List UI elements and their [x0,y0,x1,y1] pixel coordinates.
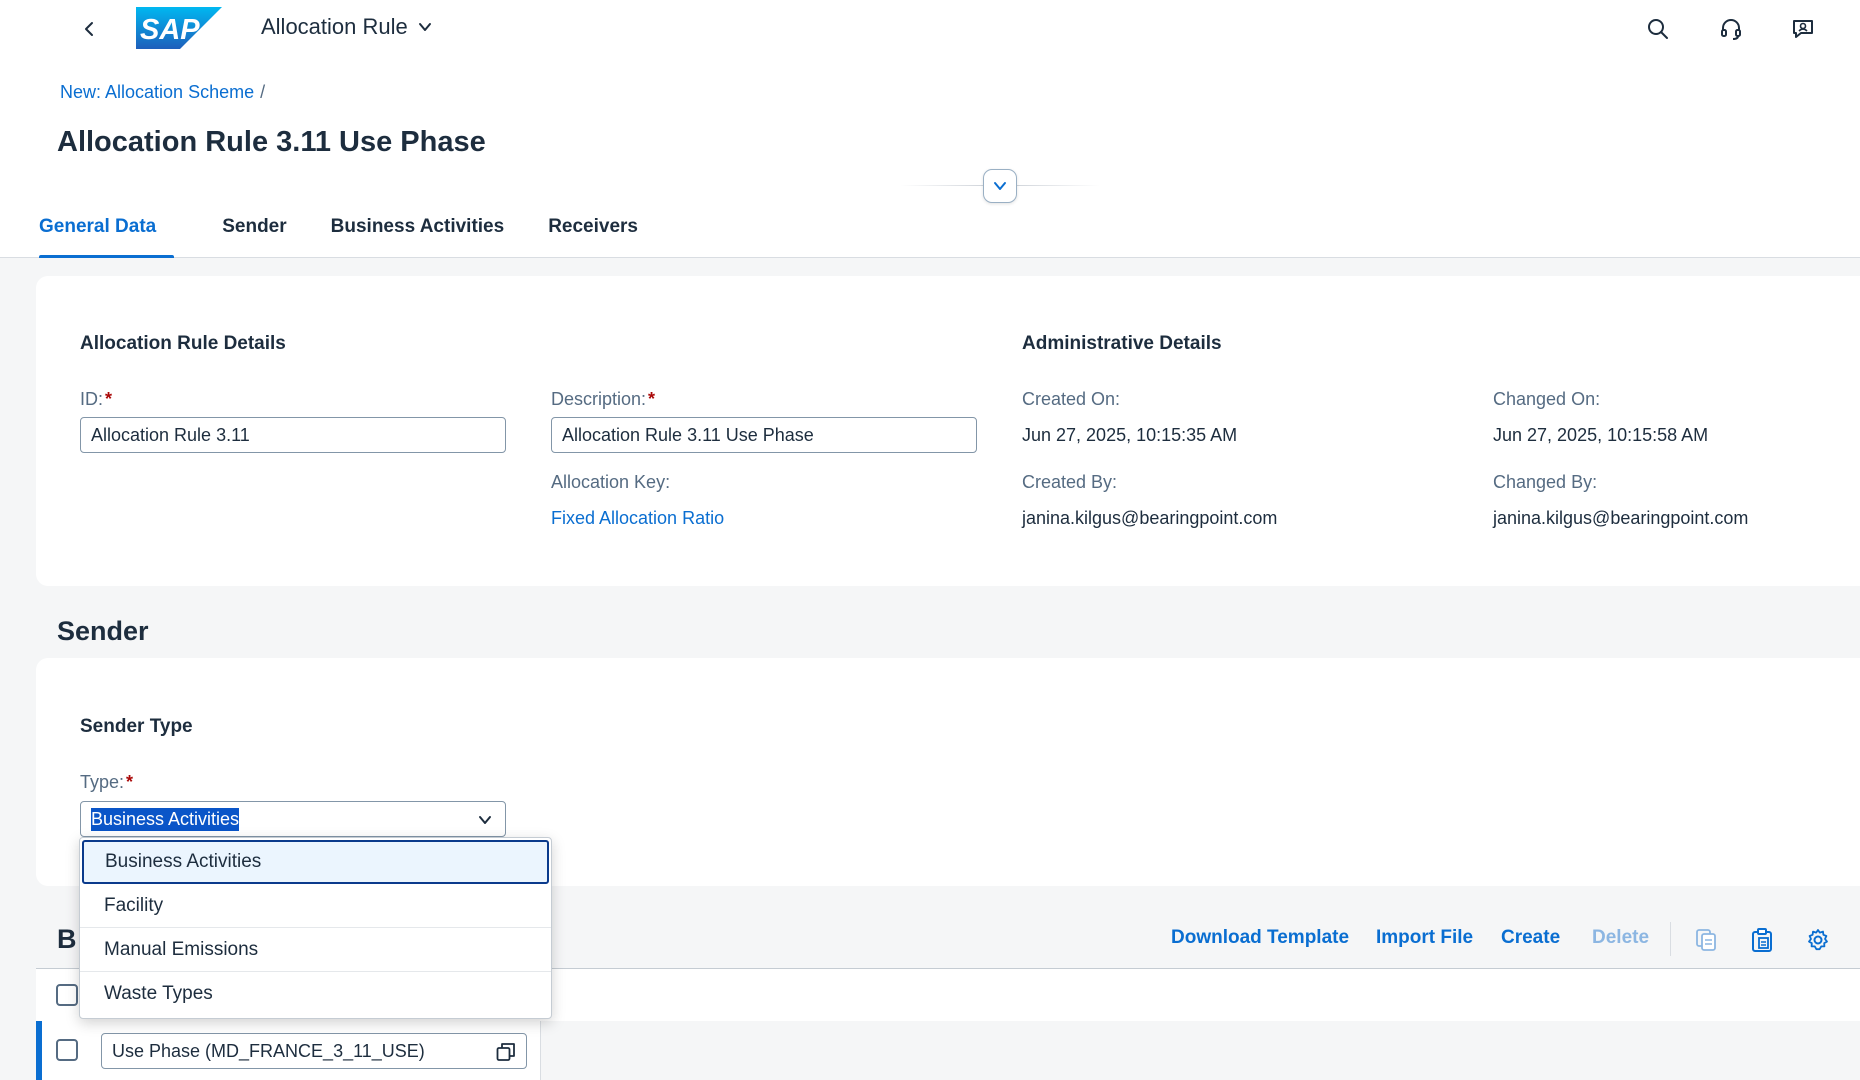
page-title: Allocation Rule 3.11 Use Phase [57,126,486,158]
activities-table-title: B [57,924,77,954]
value-help-icon[interactable] [496,1042,516,1062]
breadcrumb-separator: / [260,82,266,102]
notifications-icon[interactable] [1788,14,1818,44]
business-activity-value: Use Phase (MD_FRANCE_3_11_USE) [112,1040,425,1061]
toolbar-separator [1670,922,1671,956]
sender-type-title: Sender Type [80,716,193,737]
sender-section-title: Sender [57,616,149,646]
changed-by-label: Changed By: [1493,472,1598,492]
breadcrumb-link[interactable]: New: Allocation Scheme [60,82,254,102]
allocation-key-label: Allocation Key: [551,472,671,492]
description-label-text: Description: [551,389,647,409]
changed-on-value: Jun 27, 2025, 10:15:58 AM [1493,425,1709,445]
rule-details-title: Allocation Rule Details [80,333,286,354]
type-select[interactable]: Business Activities [80,801,506,837]
created-on-value: Jun 27, 2025, 10:15:35 AM [1022,425,1238,445]
chevron-down-icon [418,23,431,31]
download-template-button[interactable]: Download Template [1171,927,1349,949]
tab-receivers[interactable]: Receivers [526,200,660,258]
paste-icon[interactable] [1748,926,1776,954]
option-waste-types[interactable]: Waste Types [80,972,551,1016]
required-mark: * [648,389,656,409]
changed-by-value: janina.kilgus@bearingpoint.com [1493,508,1749,528]
import-file-button[interactable]: Import File [1376,927,1473,949]
tab-general-data[interactable]: General Data [0,200,178,258]
type-label-text: Type: [80,772,125,792]
tab-business-activities[interactable]: Business Activities [309,200,527,258]
sap-logo[interactable]: SAP [136,7,222,49]
required-mark: * [126,772,134,792]
sap-logo-text: SAP [140,14,200,46]
chevron-down-icon[interactable] [477,812,493,828]
description-input[interactable]: Allocation Rule 3.11 Use Phase [551,417,977,453]
settings-icon[interactable] [1804,926,1832,954]
tab-bar: General Data Sender Business Activities … [0,200,660,258]
option-business-activities[interactable]: Business Activities [82,840,549,884]
option-facility[interactable]: Facility [80,884,551,928]
required-mark: * [105,389,113,409]
breadcrumb: New: Allocation Scheme / [60,82,265,103]
create-button[interactable]: Create [1501,927,1560,949]
delete-button[interactable]: Delete [1592,927,1649,949]
search-icon[interactable] [1643,14,1673,44]
type-select-value[interactable]: Business Activities [91,807,240,831]
allocation-key-link[interactable]: Fixed Allocation Ratio [551,508,724,529]
option-manual-emissions[interactable]: Manual Emissions [80,928,551,972]
created-on-label: Created On: [1022,389,1121,409]
id-input[interactable]: Allocation Rule 3.11 [80,417,506,453]
headset-icon[interactable] [1716,14,1746,44]
created-by-label: Created By: [1022,472,1118,492]
shell-bar: SAP Allocation Rule [0,0,1860,58]
chevron-down-icon [994,182,1006,190]
tab-sender[interactable]: Sender [178,200,308,258]
business-activity-input[interactable]: Use Phase (MD_FRANCE_3_11_USE) [101,1033,527,1069]
changed-on-label: Changed On: [1493,389,1601,409]
id-label: ID: * [80,389,112,410]
collapse-header-button[interactable] [983,169,1017,203]
admin-details-title: Administrative Details [1022,333,1222,354]
copy-icon[interactable] [1692,926,1720,954]
type-options-popover: Business Activities Facility Manual Emis… [79,837,552,1019]
app-title: Allocation Rule [261,14,408,39]
type-label: Type: * [80,772,133,793]
id-label-text: ID: [80,389,104,409]
back-icon[interactable] [74,14,104,44]
app-title-menu[interactable]: Allocation Rule [261,14,432,40]
row-highlight-indicator [36,1021,42,1080]
row-checkbox[interactable] [56,1039,78,1061]
created-by-value: janina.kilgus@bearingpoint.com [1022,508,1278,528]
page-header: SAP Allocation Rule New: Allocation Sche… [0,0,1860,258]
select-all-checkbox[interactable] [56,984,78,1006]
description-label: Description: * [551,389,655,410]
